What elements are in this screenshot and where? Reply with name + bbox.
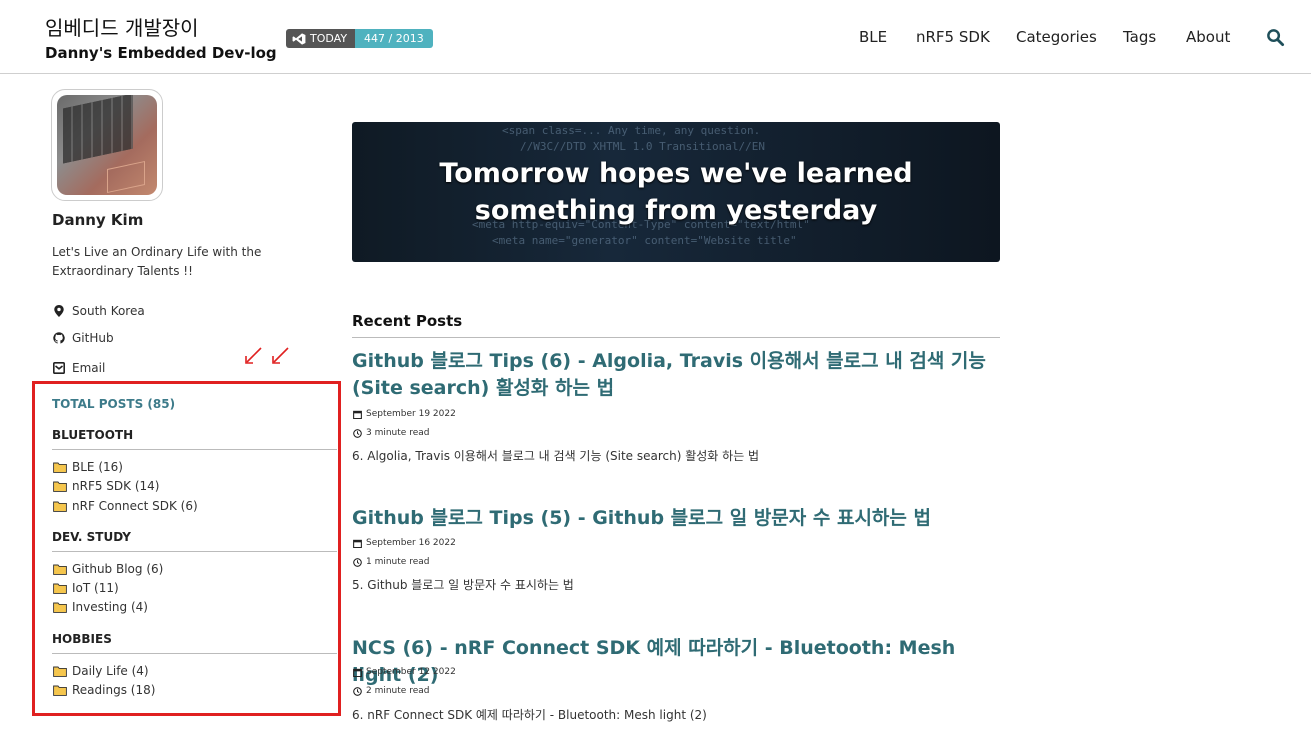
post-date-text: September 12 2022 — [366, 667, 456, 677]
category-item-label: nRF Connect SDK (6) — [72, 499, 198, 513]
nav-ble[interactable]: BLE — [859, 28, 887, 46]
post-excerpt: 6. Algolia, Travis 이용해서 블로그 내 검색 기능 (Sit… — [352, 449, 760, 463]
nav-about[interactable]: About — [1186, 28, 1230, 46]
post-date: September 16 2022 — [353, 538, 456, 548]
clock-icon — [353, 557, 362, 567]
clock-icon — [353, 428, 362, 438]
author-email-text: Email — [72, 361, 106, 375]
post-excerpt: 6. nRF Connect SDK 예제 따라하기 - Bluetooth: … — [352, 708, 707, 722]
folder-icon — [53, 462, 67, 473]
category-item-label: Github Blog (6) — [72, 562, 164, 576]
category-item-ble[interactable]: BLE (16) — [53, 460, 123, 474]
author-avatar-frame — [51, 89, 163, 201]
author-github-link[interactable]: GitHub — [53, 331, 114, 345]
total-posts-count[interactable]: TOTAL POSTS (85) — [52, 397, 175, 411]
folder-icon — [53, 602, 67, 613]
category-heading-dev-study: DEV. STUDY — [52, 530, 131, 544]
category-item-label: IoT (11) — [72, 581, 119, 595]
author-name: Danny Kim — [52, 211, 144, 229]
red-arrow-icon — [272, 347, 289, 364]
divider — [52, 449, 337, 450]
banner-code-texture: <span class=... Any time, any question. — [502, 124, 761, 137]
avatar — [57, 95, 157, 195]
divider — [52, 653, 337, 654]
category-item-nrf5-sdk[interactable]: nRF5 SDK (14) — [53, 479, 159, 493]
category-item-label: nRF5 SDK (14) — [72, 479, 160, 493]
folder-icon — [53, 481, 67, 492]
folder-icon — [53, 685, 67, 696]
divider — [52, 551, 337, 552]
banner-line-2: something from yesterday — [474, 195, 878, 226]
category-item-label: Investing (4) — [72, 600, 148, 614]
hero-banner: <span class=... Any time, any question. … — [352, 122, 1000, 262]
site-header: 임베디드 개발장이 Danny's Embedded Dev-log TODAY… — [0, 0, 1311, 74]
category-heading-hobbies: HOBBIES — [52, 632, 112, 646]
post-read-time: 3 minute read — [353, 428, 429, 438]
author-location-text: South Korea — [72, 304, 145, 318]
github-icon — [53, 332, 65, 344]
calendar-icon — [353, 410, 362, 419]
category-item-label: Readings (18) — [72, 683, 156, 697]
post-read-time: 1 minute read — [353, 557, 429, 567]
author-location: South Korea — [53, 304, 145, 318]
banner-code-texture: //W3C//DTD XHTML 1.0 Transitional//EN — [520, 140, 766, 153]
author-bio: Let's Live an Ordinary Life with the Ext… — [52, 245, 262, 278]
author-email-link[interactable]: Email — [53, 361, 105, 375]
post-excerpt: 5. Github 블로그 일 방문자 수 표시하는 법 — [352, 578, 574, 592]
red-arrow-icon — [245, 347, 262, 364]
banner-code-texture: <meta name="generator" content="Website … — [492, 234, 797, 247]
calendar-icon — [353, 539, 362, 548]
clock-icon — [353, 686, 362, 696]
post-read-time-text: 3 minute read — [366, 428, 430, 438]
post-title-link[interactable]: NCS (6) - nRF Connect SDK 예제 따라하기 - Blue… — [352, 635, 1002, 689]
category-item-readings[interactable]: Readings (18) — [53, 683, 155, 697]
category-heading-bluetooth: BLUETOOTH — [52, 428, 134, 442]
calendar-icon — [353, 668, 362, 677]
banner-line-1: Tomorrow hopes we've learned — [439, 158, 913, 189]
post-date: September 12 2022 — [353, 667, 456, 677]
nav-categories[interactable]: Categories — [1016, 28, 1097, 46]
nav-tags[interactable]: Tags — [1123, 28, 1156, 46]
banner-headline: Tomorrow hopes we've learned something f… — [352, 155, 1000, 229]
category-item-label: Daily Life (4) — [72, 664, 149, 678]
category-item-label: BLE (16) — [72, 460, 123, 474]
envelope-icon — [53, 362, 65, 374]
category-item-daily-life[interactable]: Daily Life (4) — [53, 664, 149, 678]
nav-nrf5-sdk[interactable]: nRF5 SDK — [916, 28, 990, 46]
folder-icon — [53, 564, 67, 575]
folder-icon — [53, 583, 67, 594]
folder-icon — [53, 501, 67, 512]
divider — [352, 337, 1000, 338]
category-item-investing[interactable]: Investing (4) — [53, 600, 148, 614]
category-item-nrf-connect-sdk[interactable]: nRF Connect SDK (6) — [53, 499, 198, 513]
category-item-github-blog[interactable]: Github Blog (6) — [53, 562, 163, 576]
post-date-text: September 19 2022 — [366, 409, 456, 419]
post-read-time: 2 minute read — [353, 686, 429, 696]
search-icon[interactable] — [1266, 28, 1285, 47]
recent-posts-heading: Recent Posts — [352, 312, 463, 330]
category-item-iot[interactable]: IoT (11) — [53, 581, 119, 595]
post-title-link[interactable]: Github 블로그 Tips (5) - Github 블로그 일 방문자 수… — [352, 505, 1002, 532]
post-date-text: September 16 2022 — [366, 538, 456, 548]
post-read-time-text: 2 minute read — [366, 686, 430, 696]
post-date: September 19 2022 — [353, 409, 456, 419]
author-github-text: GitHub — [72, 331, 114, 345]
folder-icon — [53, 666, 67, 677]
post-read-time-text: 1 minute read — [366, 557, 430, 567]
main-nav: BLE nRF5 SDK Categories Tags About — [0, 28, 1311, 48]
map-marker-icon — [54, 305, 64, 317]
post-title-link[interactable]: Github 블로그 Tips (6) - Algolia, Travis 이용… — [352, 348, 1002, 402]
